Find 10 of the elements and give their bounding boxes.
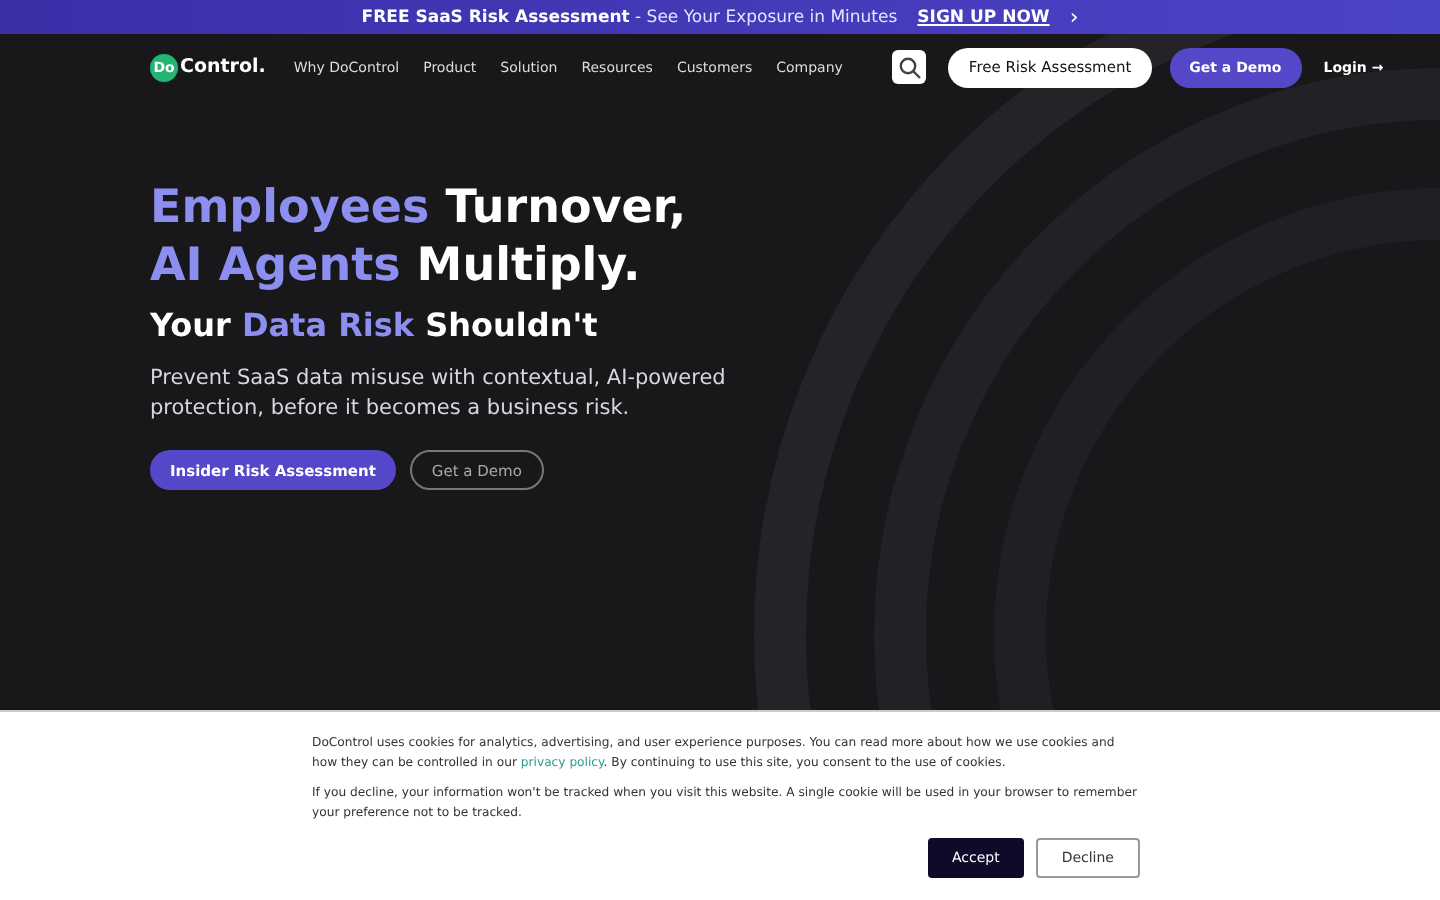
promo-text: FREE SaaS Risk Assessment - See Your Exposure in Minutes bbox=[361, 7, 898, 27]
headline: AI Agents Multiply. bbox=[150, 238, 643, 296]
subheadline: Your Data Risk Shouldn't bbox=[150, 304, 600, 348]
hero-description: Prevent SaaS data misuse with contextual, AI-powered protection, before it becomes a business risk. bbox=[150, 364, 728, 424]
search-icon bbox=[897, 55, 922, 79]
search-button[interactable] bbox=[892, 50, 927, 84]
sign-up-link[interactable]: SIGN UP NOW bbox=[917, 7, 1050, 27]
chevron-icon: › bbox=[1069, 6, 1079, 28]
headline: Employees Turnover, bbox=[150, 180, 689, 238]
logo-text[interactable]: Control. bbox=[180, 56, 266, 78]
